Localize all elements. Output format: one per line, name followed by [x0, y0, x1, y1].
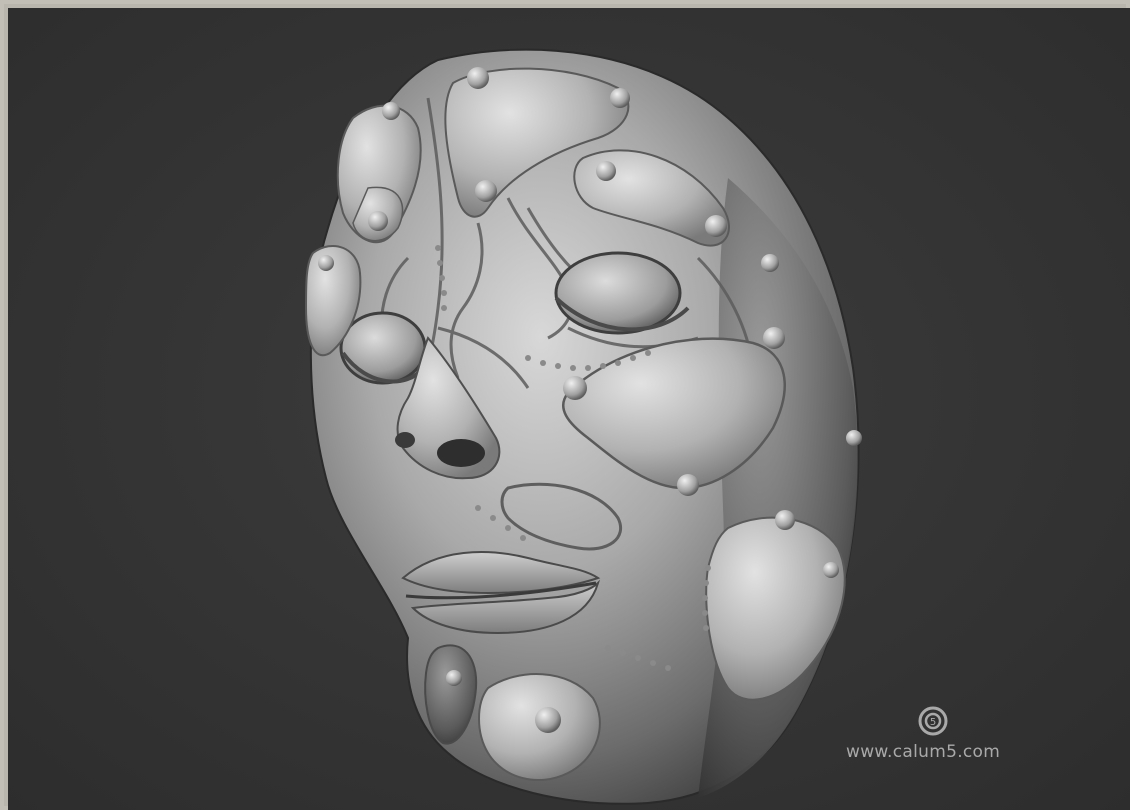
svg-text:5: 5	[930, 717, 936, 728]
picture-frame: 5 www.calum5.com	[0, 0, 1130, 810]
calum5-logo-icon: 5	[918, 706, 948, 736]
mask-render	[304, 48, 862, 805]
watermark: 5 www.calum5.com	[846, 706, 1036, 770]
render-canvas: 5 www.calum5.com	[8, 8, 1130, 810]
jaw-plate	[705, 516, 846, 701]
watermark-text: www.calum5.com	[846, 742, 1001, 762]
